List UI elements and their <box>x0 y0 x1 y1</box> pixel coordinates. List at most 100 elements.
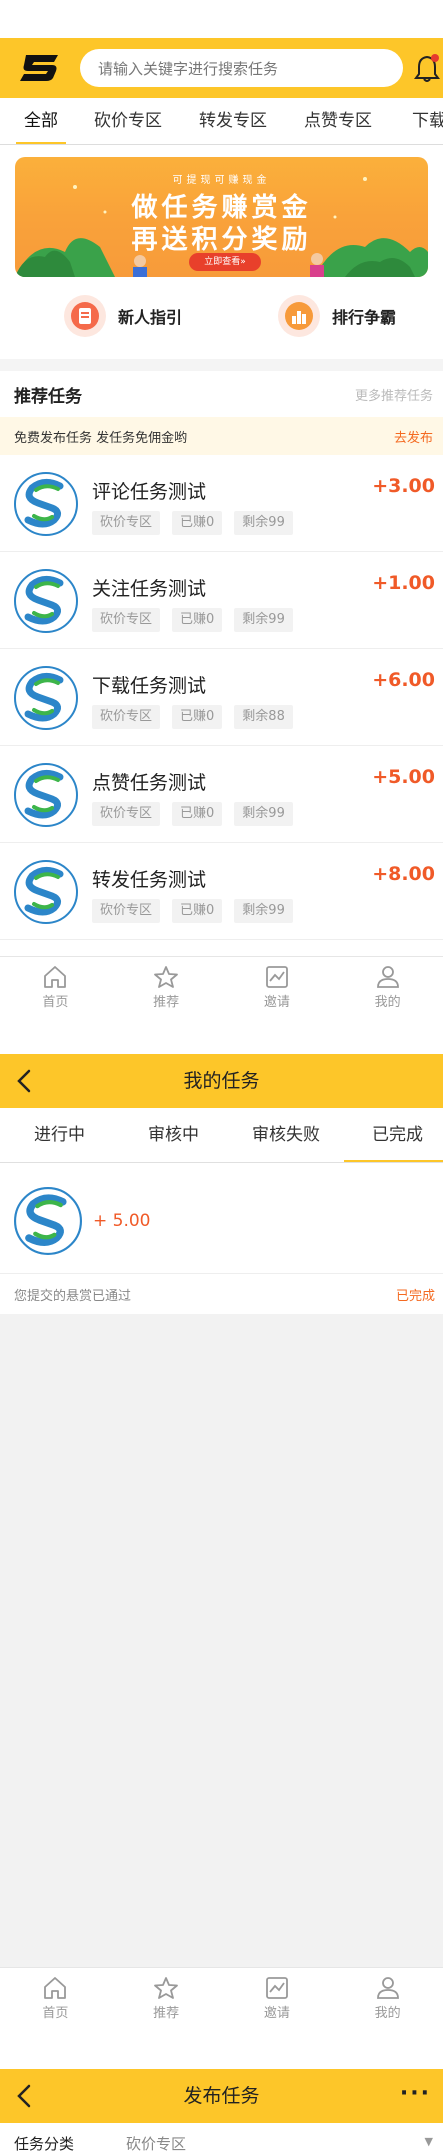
page-title: 发布任务 <box>183 2085 260 2107</box>
task-item[interactable]: 评论任务测试 +3.00 砍价专区 已赚0 剩余99 <box>0 455 443 552</box>
home-icon <box>44 966 67 988</box>
page-title: 我的任务 <box>183 1070 260 1092</box>
home-header: 请输入关键字进行搜索任务 <box>0 38 443 98</box>
task-avatar-icon <box>14 666 78 730</box>
publish-screen: 发布任务 ··· 任务分类 砍价专区 ▼ <box>0 2069 443 2154</box>
my-task-status-row: 您提交的悬赏已通过 已完成 <box>0 1273 443 1314</box>
task-name: 下载任务测试 <box>92 675 207 697</box>
tabbar-recommend-label: 推荐 <box>153 995 180 1010</box>
status-badge: 已完成 <box>395 1288 435 1304</box>
task-reward: +5.00 <box>372 766 435 788</box>
search-input[interactable]: 请输入关键字进行搜索任务 <box>80 49 403 87</box>
tabbar-home-label: 首页 <box>42 2006 69 2021</box>
recommend-title: 推荐任务 <box>14 386 82 407</box>
task-name: 关注任务测试 <box>92 578 207 600</box>
tabbar-mine[interactable]: 我的 <box>332 1968 443 2029</box>
task-earned-tag: 已赚0 <box>172 511 223 535</box>
recommend-more-link[interactable]: 更多推荐任务 <box>355 385 433 404</box>
tab-download[interactable]: 下载 <box>412 98 443 144</box>
quick-link-ranking[interactable]: 排行争霸 <box>278 295 396 337</box>
tabbar-recommend[interactable]: 推荐 <box>111 957 222 1018</box>
task-earned-tag: 已赚0 <box>172 899 223 923</box>
publish-link[interactable]: 去发布 <box>394 427 433 446</box>
tabbar-invite-label: 邀请 <box>263 995 290 1010</box>
more-options-icon[interactable]: ··· <box>400 2081 431 2106</box>
my-task-reward: + 5.00 <box>93 1211 151 1231</box>
bottom-tabbar: 首页 推荐 邀请 我的 <box>0 1967 443 2029</box>
task-item[interactable]: 转发任务测试 +8.00 砍价专区 已赚0 剩余99 <box>0 843 443 940</box>
tab-forward[interactable]: 转发专区 <box>199 98 267 144</box>
tab-like[interactable]: 点赞专区 <box>304 98 372 144</box>
task-remaining-tag: 剩余99 <box>234 608 293 632</box>
quick-link-ranking-label: 排行争霸 <box>332 308 397 327</box>
task-earned-tag: 已赚0 <box>172 705 223 729</box>
task-earned-tag: 已赚0 <box>172 608 223 632</box>
tab-bargain[interactable]: 砍价专区 <box>94 98 162 144</box>
user-icon <box>376 966 399 988</box>
task-category-field[interactable]: 任务分类 砍价专区 ▼ <box>0 2123 443 2154</box>
task-avatar-icon <box>14 569 78 633</box>
invite-chart-icon <box>265 966 288 988</box>
tabbar-invite-label: 邀请 <box>263 2006 290 2021</box>
tab-in-progress[interactable]: 进行中 <box>34 1108 85 1162</box>
task-category-label: 任务分类 <box>14 2134 75 2153</box>
task-earned-tag: 已赚0 <box>172 802 223 826</box>
task-reward: +3.00 <box>372 475 435 497</box>
tabbar-mine-label: 我的 <box>374 995 401 1010</box>
task-name: 转发任务测试 <box>92 869 207 891</box>
task-category-tag: 砍价专区 <box>92 511 161 535</box>
task-category-tag: 砍价专区 <box>92 705 161 729</box>
tab-review-failed[interactable]: 审核失败 <box>252 1108 320 1162</box>
promo-banner[interactable]: 可提现可赚现金 做任务赚赏金 再送积分奖励 立即查看» <box>15 157 428 277</box>
quick-link-guide-label: 新人指引 <box>118 308 183 327</box>
task-remaining-tag: 剩余99 <box>234 899 293 923</box>
quick-link-guide[interactable]: 新人指引 <box>64 295 182 337</box>
task-avatar-icon <box>14 472 78 536</box>
star-icon <box>154 1977 179 1999</box>
task-name: 点赞任务测试 <box>92 772 207 794</box>
publish-notice-text: 免费发布任务 发任务免佣金哟 <box>14 430 188 446</box>
ranking-icon <box>278 295 320 337</box>
home-icon <box>44 1977 67 1999</box>
task-item[interactable]: 点赞任务测试 +5.00 砍价专区 已赚0 剩余99 <box>0 746 443 843</box>
tabbar-invite[interactable]: 邀请 <box>222 957 333 1018</box>
task-reward: +8.00 <box>372 863 435 885</box>
task-remaining-tag: 剩余99 <box>234 802 293 826</box>
tabbar-mine-label: 我的 <box>374 2006 401 2021</box>
tabbar-home[interactable]: 首页 <box>0 957 111 1018</box>
task-remaining-tag: 剩余99 <box>234 511 293 535</box>
star-icon <box>154 966 179 988</box>
my-tasks-screen: 我的任务 进行中 审核中 审核失败 已完成 + 5.00 您提交的悬赏已通过 已… <box>0 1054 443 2029</box>
tab-reviewing[interactable]: 审核中 <box>148 1108 199 1162</box>
chevron-down-icon: ▼ <box>424 2135 433 2148</box>
guide-icon <box>64 295 106 337</box>
tab-all[interactable]: 全部 <box>16 98 66 144</box>
task-reward: +6.00 <box>372 669 435 691</box>
invite-chart-icon <box>265 1977 288 1999</box>
task-reward: +1.00 <box>372 572 435 594</box>
tabbar-recommend[interactable]: 推荐 <box>111 1968 222 2029</box>
task-item[interactable]: 关注任务测试 +1.00 砍价专区 已赚0 剩余99 <box>0 552 443 649</box>
tabbar-home-label: 首页 <box>42 995 69 1010</box>
home-screen: 请输入关键字进行搜索任务 全部 砍价专区 转发专区 点赞专区 下载 可提现可赚现… <box>0 38 443 1018</box>
notification-bell-icon[interactable] <box>411 48 443 88</box>
tabbar-invite[interactable]: 邀请 <box>222 1968 333 2029</box>
task-name: 评论任务测试 <box>92 481 207 503</box>
publish-notice: 免费发布任务 发任务免佣金哟 去发布 <box>0 417 443 455</box>
user-icon <box>376 1977 399 1999</box>
task-category-tag: 砍价专区 <box>92 802 161 826</box>
task-avatar-icon <box>14 1187 82 1255</box>
task-list: 评论任务测试 +3.00 砍价专区 已赚0 剩余99 关注任务测试 +1.00 … <box>0 455 443 940</box>
task-remaining-tag: 剩余88 <box>234 705 293 729</box>
tabbar-mine[interactable]: 我的 <box>332 957 443 1018</box>
tabbar-home[interactable]: 首页 <box>0 1968 111 2029</box>
section-divider <box>0 359 443 371</box>
recommend-header: 推荐任务 更多推荐任务 <box>0 371 443 417</box>
task-item[interactable]: 下载任务测试 +6.00 砍价专区 已赚0 剩余88 <box>0 649 443 746</box>
status-tabs: 进行中 审核中 审核失败 已完成 <box>0 1108 443 1163</box>
my-tasks-navbar: 我的任务 <box>0 1054 443 1108</box>
tab-completed[interactable]: 已完成 <box>344 1108 443 1162</box>
banner-view-button[interactable]: 立即查看» <box>189 253 261 271</box>
task-category-tag: 砍价专区 <box>92 608 161 632</box>
my-task-item[interactable]: + 5.00 <box>0 1163 443 1273</box>
